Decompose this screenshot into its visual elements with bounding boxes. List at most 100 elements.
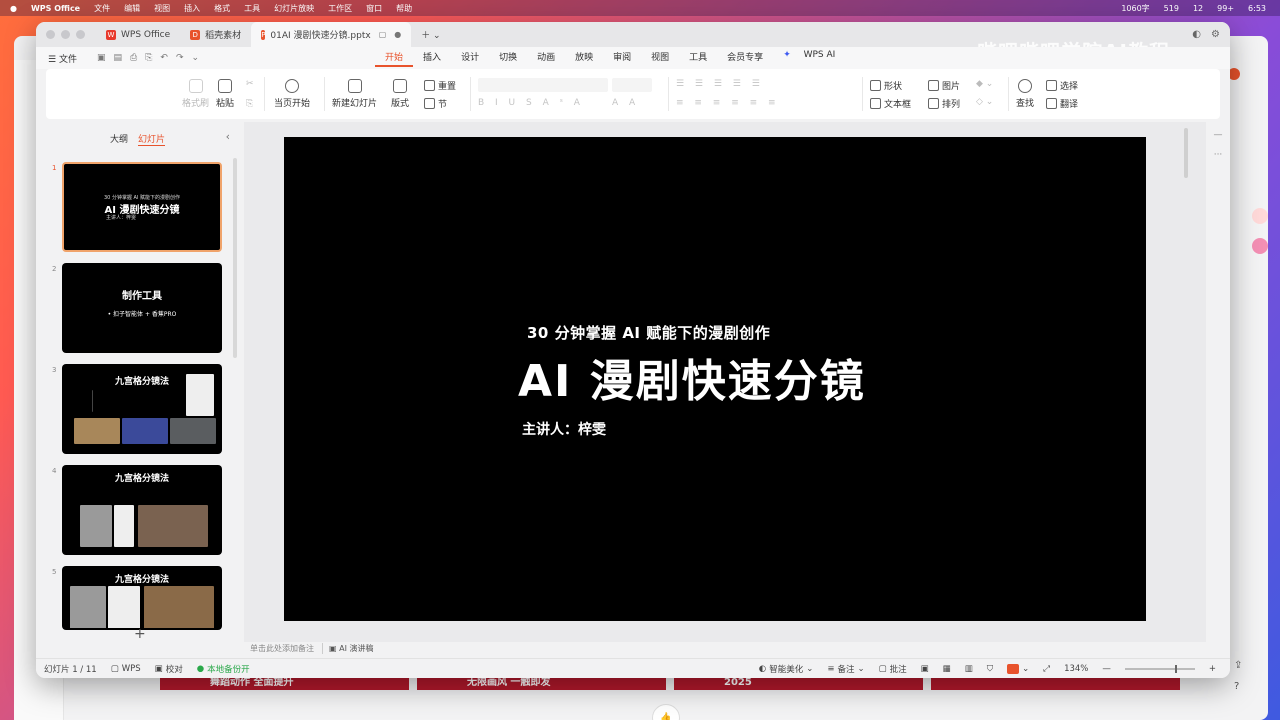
export-icon[interactable]: ⎙ [130,53,137,63]
tab-tools[interactable]: 工具 [679,50,717,67]
menu-format[interactable]: 格式 [214,3,230,14]
list-icons[interactable]: ☰ ☰ ☰ ☰ ☰ [676,79,764,89]
new-tab-button[interactable]: ＋ ⌄ [411,22,450,47]
font-name-select[interactable] [478,78,608,92]
paste-button[interactable]: 粘贴 [216,79,234,109]
new-slide-button[interactable]: 新建幻灯片 [332,79,377,109]
tab-docer[interactable]: D 稻壳素材 [180,22,251,47]
font-size-select[interactable] [612,78,652,92]
tab-review[interactable]: 审阅 [603,50,641,67]
play-slideshow-button[interactable]: ⌄ [1007,663,1029,674]
tab-transitions[interactable]: 切换 [489,50,527,67]
slide-thumbnail-3[interactable]: 九宫格分镜法 [62,364,222,454]
tab-wps-ai[interactable]: ✦ WPS AI [773,50,855,67]
tab-wps-office[interactable]: W WPS Office [96,22,180,47]
shape-button[interactable]: 形状 [870,79,902,92]
more-icon[interactable]: ··· [1206,150,1230,160]
app-menu[interactable]: WPS Office [31,4,80,13]
banner-item[interactable]: 2025 [674,676,923,690]
text-effect-icons[interactable]: A A [612,98,639,108]
align-icons[interactable]: ≡ ≡ ≡ ≡ ≡ ≡ [676,98,780,108]
arrange-button[interactable]: 排列 [928,97,960,110]
zoom-out-button[interactable]: — [1102,664,1111,674]
slide-title[interactable]: AI 漫剧快速分镜 [518,345,866,409]
text-format-group[interactable]: B I U S A ˢ A [478,98,584,108]
slide-thumbnail-5[interactable]: 九宫格分镜法 [62,566,222,630]
select-button[interactable]: 选择 [1046,79,1078,92]
zoom-level[interactable]: 134% [1064,664,1088,674]
format-painter-button[interactable]: 格式刷 [182,79,209,109]
translate-button[interactable]: 翻译 [1046,97,1078,110]
tab-design[interactable]: 设计 [451,50,489,67]
menu-slideshow[interactable]: 幻灯片放映 [274,3,314,14]
reading-view-icon[interactable]: ▥ [965,664,973,674]
minimize-panel-icon[interactable]: — [1206,130,1230,140]
menu-tools[interactable]: 工具 [244,3,260,14]
grid-view-icon[interactable]: ▦ [943,664,951,674]
menu-file[interactable]: 文件 [94,3,110,14]
zoom-thumb[interactable] [1174,664,1177,673]
tab-slides[interactable]: 幻灯片 [138,132,166,146]
canvas-scrollbar[interactable] [1184,128,1188,178]
slide-presenter[interactable]: 主讲人：梓雯 [522,419,606,439]
save-icon[interactable]: ▣ [97,53,106,63]
fit-window-icon[interactable]: ⤢ [1043,664,1050,674]
share-icon[interactable]: ⇪ [1234,660,1242,671]
normal-view-icon[interactable]: ▣ [921,664,929,674]
settings-icon[interactable]: ⚙ [1211,29,1220,40]
slide-thumbnail-2[interactable]: 制作工具 • 扣子智能体 + 香蕉PRO [62,263,222,353]
reset-button[interactable]: 重置 [424,79,456,92]
print-icon[interactable]: ⎘ [145,53,152,63]
tab-status-icon[interactable]: ▢ [379,30,387,39]
menu-insert[interactable]: 插入 [184,3,200,14]
redo-icon[interactable]: ↷ [176,53,184,63]
smart-beautify-button[interactable]: ◐ 智能美化 ⌄ [759,663,814,675]
tab-view[interactable]: 视图 [641,50,679,67]
outline-icon[interactable]: ◇ ⌄ [976,97,993,107]
avatar[interactable]: ◐ [1192,29,1201,40]
menu-workspace[interactable]: 工作区 [328,3,352,14]
protect-icon[interactable]: ⛉ [987,664,993,674]
layout-button[interactable]: 版式 [391,79,409,109]
copy-icon[interactable]: ⎘ [246,99,253,109]
fill-icon[interactable]: ◆ ⌄ [976,79,993,89]
close-window-button[interactable] [46,30,55,39]
panel-scrollbar[interactable] [233,158,237,358]
find-button[interactable]: 查找 [1016,79,1034,109]
undo-icon[interactable]: ↶ [160,53,168,63]
menu-view[interactable]: 视图 [154,3,170,14]
menu-help[interactable]: 帮助 [396,3,412,14]
menu-window[interactable]: 窗口 [366,3,382,14]
tab-insert[interactable]: 插入 [413,50,451,67]
tab-home[interactable]: 开始 [375,50,414,67]
tab-member[interactable]: 会员专享 [717,50,773,67]
minimize-window-button[interactable] [61,30,70,39]
print-preview-icon[interactable]: ▤ [113,53,122,63]
tab-document[interactable]: P 01AI 漫剧快速分镜.pptx ▢ ● [251,22,412,47]
zoom-window-button[interactable] [76,30,85,39]
comments-toggle[interactable]: ▢ 批注 [879,663,907,675]
collapse-panel-icon[interactable]: ‹ [226,130,230,143]
current-slide[interactable]: 30 分钟掌握 AI 赋能下的漫剧创作 AI 漫剧快速分镜 主讲人：梓雯 [284,137,1146,621]
ai-script-button[interactable]: ▣ AI 演讲稿 [322,642,373,654]
background-app-icon[interactable] [1252,238,1268,254]
slide-subtitle[interactable]: 30 分钟掌握 AI 赋能下的漫剧创作 [527,322,770,343]
cut-icon[interactable]: ✂ [246,79,254,89]
backup-status[interactable]: ● 本地备份开 [197,663,250,675]
help-icon[interactable]: ? [1234,681,1242,692]
banner-item[interactable]: 无限画风 一触即发 [417,676,666,690]
from-current-slide-button[interactable]: 当页开始 [274,79,310,109]
section-button[interactable]: 节 [424,97,447,110]
tab-animations[interactable]: 动画 [527,50,565,67]
banner-item[interactable] [931,676,1180,690]
slide-thumbnail-1[interactable]: 30 分钟掌握 AI 赋能下的漫剧创作 AI 漫剧快速分镜 主讲人：梓雯 [62,162,222,252]
picture-button[interactable]: 图片 [928,79,960,92]
background-app-icon[interactable] [1252,208,1268,224]
file-menu[interactable]: ☰ 文件 [48,52,77,65]
banner-item[interactable]: 舞蹈动作 全面提升 [160,676,409,690]
wps-status-button[interactable]: ▢ WPS [111,664,141,674]
slide-thumbnail-4[interactable]: 九宫格分镜法 [62,465,222,555]
add-slide-button[interactable]: + [134,626,146,642]
tab-slideshow[interactable]: 放映 [565,50,603,67]
textbox-button[interactable]: 文本框 [870,97,911,110]
